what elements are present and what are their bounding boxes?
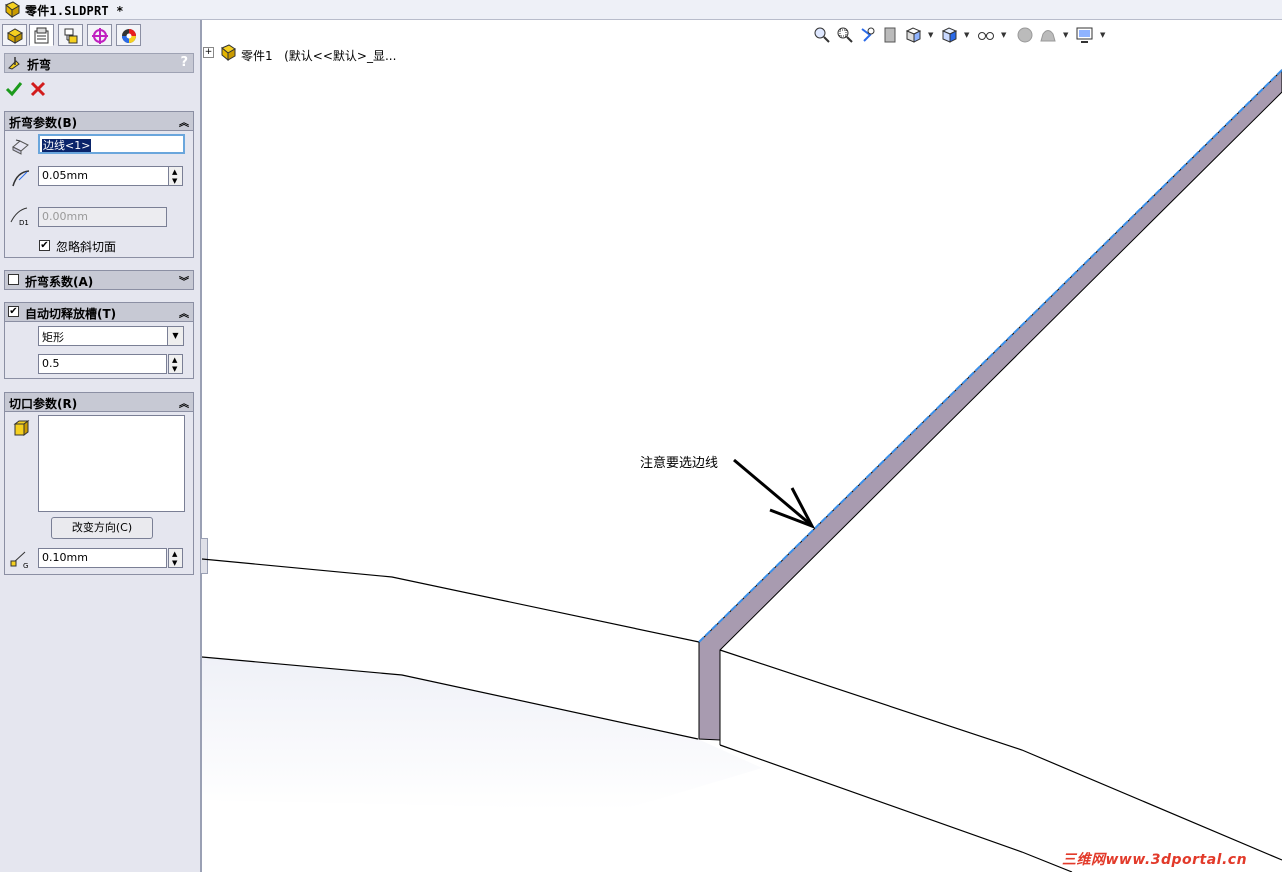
edit-appearance-icon[interactable] — [1015, 25, 1035, 45]
right-plate-bottom-edge — [719, 744, 1073, 872]
part-icon — [221, 44, 236, 61]
tree-part-name: 零件1 — [241, 49, 273, 63]
bend-radius-input[interactable]: 0.05mm — [38, 166, 169, 186]
section-view-icon[interactable] — [881, 25, 901, 45]
configuration-icon — [64, 28, 78, 44]
gap-params-title: 切口参数(R) — [9, 397, 78, 411]
manager-tabs — [2, 24, 196, 46]
bend-allowance-title: 折弯系数(A) — [25, 275, 94, 289]
apply-scene-icon[interactable] — [1038, 25, 1058, 45]
svg-text:D1: D1 — [19, 219, 29, 226]
bend-offset-icon: D1 — [10, 207, 29, 226]
tab-display-manager[interactable] — [116, 24, 141, 46]
auto-relief-title: 自动切释放槽(T) — [25, 307, 117, 321]
sketched-bend-icon — [8, 57, 20, 70]
bend-params-group: 折弯参数(B) ︽ 边线<1> 0.05mm ▲ ▼ D1 0.00mm ✔ 忽略… — [4, 111, 194, 258]
reverse-direction-button[interactable]: 改变方向(C) — [51, 517, 153, 539]
bend-params-header[interactable]: 折弯参数(B) ︽ — [5, 112, 193, 131]
gap-distance-spinner[interactable]: ▲ ▼ — [168, 548, 183, 568]
gap-distance-input[interactable]: 0.10mm — [38, 548, 167, 568]
collapse-chevron-icon[interactable]: ︽ — [179, 114, 189, 129]
hide-show-dropdown-icon[interactable]: ▼ — [1001, 31, 1006, 39]
bend-allowance-header[interactable]: 折弯系数(A) ︾ — [5, 271, 193, 289]
bend-radius-icon — [12, 170, 30, 187]
ignore-bevel-checkbox[interactable]: ✔ — [39, 240, 50, 251]
collapse-chevron-icon[interactable]: ︽ — [179, 395, 189, 410]
selected-edge[interactable] — [698, 69, 1282, 643]
left-plate-edge — [202, 558, 700, 643]
right-plate-edge — [719, 649, 1282, 861]
property-manager-header: 折弯 ? — [4, 53, 194, 73]
view-orientation-dropdown-icon[interactable]: ▼ — [928, 31, 933, 39]
model-view — [202, 69, 1282, 872]
view-settings-dropdown-icon[interactable]: ▼ — [1100, 31, 1105, 39]
watermark-text: 三维网www.3dportal.cn — [1062, 852, 1248, 868]
relief-type-select[interactable]: 矩形 ▼ — [38, 326, 184, 346]
display-style-dropdown-icon[interactable]: ▼ — [964, 31, 969, 39]
gap-distance-icon: G — [10, 551, 28, 569]
floor-shading — [202, 657, 762, 810]
previous-view-icon[interactable] — [858, 25, 878, 45]
feature-tree-icon — [6, 28, 24, 44]
view-orientation-icon[interactable] — [904, 25, 924, 45]
annotation-text: 注意要选边线 — [640, 456, 719, 471]
heads-up-view-toolbar: ▼ ▼ ▼ ▼ ▼ — [812, 25, 1112, 45]
auto-relief-checkbox[interactable]: ✔ — [8, 306, 19, 317]
crosshair-icon — [92, 28, 108, 44]
gap-params-group: 切口参数(R) ︽ 改变方向(C) G 0.10mm ▲ ▼ — [4, 392, 194, 575]
tree-part-label[interactable]: 零件1 (默认<<默认>_显... — [241, 47, 396, 64]
window-title: 零件1.SLDPRT * — [25, 4, 124, 18]
expand-chevron-icon[interactable]: ︾ — [179, 273, 189, 288]
relief-ratio-input[interactable]: 0.5 — [38, 354, 167, 374]
property-manager-title: 折弯 — [27, 58, 52, 72]
edge-selection-field[interactable]: 边线<1> — [38, 134, 185, 154]
annotation-arrow — [733, 458, 816, 529]
help-icon[interactable]: ? — [180, 55, 188, 70]
collapse-chevron-icon[interactable]: ︽ — [179, 305, 189, 320]
face-selection-listbox[interactable] — [38, 415, 185, 512]
zoom-to-fit-icon[interactable] — [812, 25, 832, 45]
edge-selection-icon — [12, 139, 29, 155]
tab-property-manager[interactable] — [29, 24, 54, 46]
bend-params-title: 折弯参数(B) — [9, 116, 78, 130]
dropdown-arrow-icon[interactable]: ▼ — [167, 327, 183, 345]
tab-dimxpert-manager[interactable] — [87, 24, 112, 46]
expand-tree-icon[interactable]: + — [203, 47, 214, 58]
display-style-icon[interactable] — [940, 25, 960, 45]
relief-ratio-spinner[interactable]: ▲ ▼ — [168, 354, 183, 374]
auto-relief-header[interactable]: ✔ 自动切释放槽(T) ︽ — [5, 303, 193, 322]
ignore-bevel-label: 忽略斜切面 — [56, 240, 117, 254]
cancel-x-icon[interactable] — [30, 81, 46, 97]
tree-config-name: (默认<<默认>_显... — [284, 49, 397, 63]
bend-radius-spinner[interactable]: ▲ ▼ — [168, 166, 183, 186]
title-bar: 零件1.SLDPRT * — [0, 0, 1282, 20]
flange-thickness-face — [698, 69, 1282, 741]
hide-show-items-icon[interactable] — [976, 25, 996, 45]
bend-offset-input[interactable]: 0.00mm — [38, 207, 167, 227]
apply-scene-dropdown-icon[interactable]: ▼ — [1063, 31, 1068, 39]
svg-text:G: G — [23, 562, 28, 569]
appearance-icon — [122, 29, 136, 43]
auto-relief-group: ✔ 自动切释放槽(T) ︽ 矩形 ▼ 0.5 ▲ ▼ — [4, 302, 194, 379]
gap-params-header[interactable]: 切口参数(R) ︽ — [5, 393, 193, 412]
tab-configuration-manager[interactable] — [58, 24, 83, 46]
view-settings-icon[interactable] — [1075, 25, 1095, 45]
zoom-to-area-icon[interactable] — [835, 25, 855, 45]
property-manager-icon — [34, 27, 49, 44]
part-icon — [5, 1, 20, 18]
tab-feature-manager[interactable] — [2, 24, 27, 46]
graphics-area[interactable]: ▼ ▼ ▼ ▼ ▼ — [202, 20, 1282, 872]
face-selection-icon — [13, 420, 30, 436]
ok-check-icon[interactable] — [5, 80, 23, 98]
bend-allowance-group: 折弯系数(A) ︾ — [4, 270, 194, 290]
property-manager-panel: 折弯 ? 折弯参数(B) ︽ 边线<1> 0.05mm ▲ ▼ D1 0.00mm… — [0, 20, 202, 872]
bend-allowance-checkbox[interactable] — [8, 274, 19, 285]
